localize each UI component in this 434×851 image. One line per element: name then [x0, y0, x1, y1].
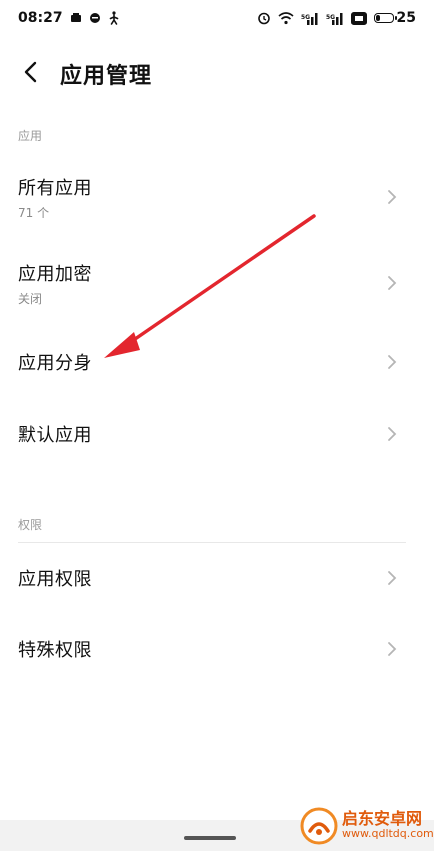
status-left: 08:27 — [18, 10, 120, 26]
list-item-special-permissions[interactable]: 特殊权限 — [0, 616, 434, 682]
chevron-right-icon — [386, 425, 398, 443]
wifi-icon — [277, 11, 294, 25]
watermark-url: www.qdltdq.com — [342, 827, 434, 841]
svg-text:5G: 5G — [301, 14, 310, 21]
chevron-right-icon — [386, 353, 398, 371]
section-label-apps: 应用 — [18, 129, 43, 143]
list-item-default-apps[interactable]: 默认应用 — [0, 401, 434, 467]
list-item-subtitle: 关闭 — [18, 291, 43, 306]
list-item-app-lock[interactable]: 应用加密 关闭 — [0, 250, 434, 316]
chevron-right-icon — [386, 640, 398, 658]
back-button[interactable] — [8, 52, 52, 96]
signal-2-icon: 5G — [326, 12, 344, 25]
watermark-logo-icon — [300, 807, 338, 845]
chevron-right-icon — [386, 188, 398, 206]
chevron-right-icon — [386, 569, 398, 587]
list-item-title: 应用权限 — [18, 569, 92, 590]
section-label-permissions: 权限 — [18, 518, 43, 532]
home-indicator[interactable] — [184, 836, 236, 840]
list-item-title: 应用分身 — [18, 353, 92, 374]
list-item-subtitle: 71 个 — [18, 205, 50, 220]
status-bar: 08:27 5G 5G 25 — [0, 0, 434, 36]
chat-icon — [89, 12, 101, 24]
chevron-left-icon — [23, 61, 37, 87]
app-header: 应用管理 — [0, 52, 434, 96]
status-right: 5G 5G 25 — [257, 10, 416, 26]
status-time: 08:27 — [18, 10, 63, 26]
svg-text:5G: 5G — [326, 14, 335, 21]
list-item-title: 所有应用 — [18, 177, 92, 199]
list-item-app-permissions[interactable]: 应用权限 — [0, 545, 434, 611]
watermark-title: 启东安卓网 — [342, 809, 423, 829]
walk-icon — [108, 11, 120, 25]
list-item-all-apps[interactable]: 所有应用 71 个 — [0, 164, 434, 230]
message-icon — [70, 12, 82, 24]
list-item-title: 应用加密 — [18, 263, 92, 285]
watermark: 启东安卓网 www.qdltdq.com — [300, 800, 434, 851]
battery-level: 25 — [396, 10, 416, 26]
list-item-title: 默认应用 — [18, 425, 92, 446]
page-title: 应用管理 — [60, 64, 153, 89]
list-item-title: 特殊权限 — [18, 640, 92, 661]
list-item-app-clone[interactable]: 应用分身 — [0, 329, 434, 395]
battery-icon: 25 — [373, 10, 416, 26]
chevron-right-icon — [386, 274, 398, 292]
section-divider — [18, 542, 406, 543]
alarm-icon — [257, 11, 271, 25]
signal-1-icon: 5G — [301, 12, 319, 25]
volte-icon — [350, 11, 367, 25]
